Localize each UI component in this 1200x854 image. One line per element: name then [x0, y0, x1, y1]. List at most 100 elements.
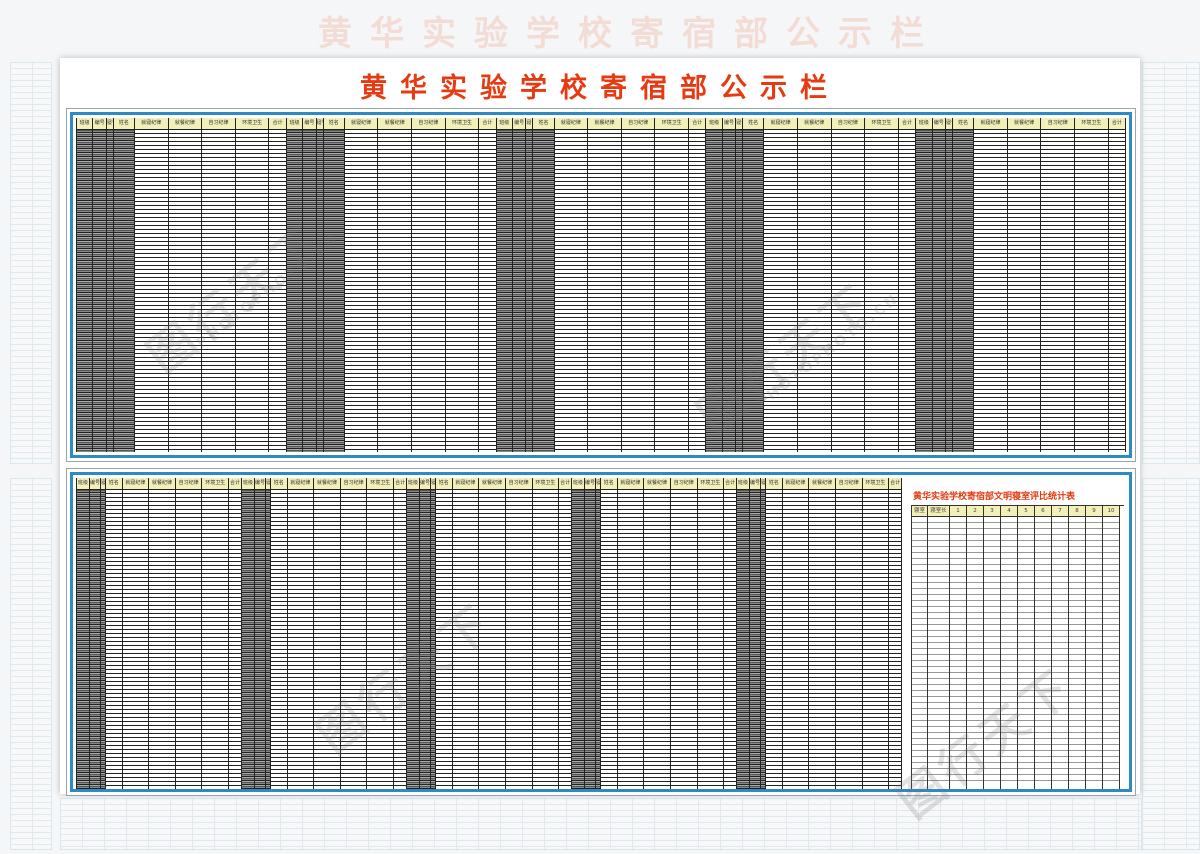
roster-column: 班级: [77, 118, 94, 452]
roster-column-cells: [412, 130, 445, 452]
roster-column-cells: [736, 130, 743, 452]
stats-column-cells: [950, 517, 966, 781]
roster-column: 环境卫生: [865, 118, 899, 452]
roster-column-header: 就餐纪律: [1007, 118, 1041, 130]
roster-column-cells: [89, 490, 100, 789]
roster-column-header: 环境卫生: [862, 478, 889, 490]
roster-column: 合计: [689, 118, 707, 452]
roster-column-cells: [93, 130, 106, 452]
roster-column-header: 编号: [932, 118, 946, 130]
roster-column: 合计: [229, 478, 243, 789]
dorm-stats-table: 寝室 寝室长 1 2 3 4 5 6 7 8 9 10: [911, 505, 1124, 789]
stats-column-header: 5: [1018, 506, 1034, 517]
roster-column: 就寝纪律: [452, 478, 480, 789]
roster-column-header: 寝号: [316, 118, 323, 130]
stats-column: 4: [1001, 506, 1018, 789]
stats-column: 7: [1052, 506, 1069, 789]
roster-column: 环境卫生: [532, 478, 560, 789]
bottom-roster-frame: 班级编号寝号姓名就寝纪律就餐纪律自习纪律环境卫生合计班级编号寝号姓名就寝纪律就餐…: [70, 472, 1132, 792]
roster-column-cells: [835, 490, 862, 789]
roster-column-cells: [314, 490, 340, 789]
stats-column-cells: [928, 517, 949, 781]
roster-column: 班级: [407, 478, 420, 789]
roster-column: 就餐纪律: [809, 478, 836, 789]
roster-column: 环境卫生: [367, 478, 395, 789]
roster-column-cells: [436, 490, 452, 789]
roster-column-header: 就寝纪律: [764, 118, 797, 130]
roster-column-cells: [479, 490, 505, 789]
roster-column-cells: [496, 130, 512, 452]
stats-column: 2: [967, 506, 984, 789]
roster-column: 合计: [559, 478, 573, 789]
background-ghost-sheet-bottom-right: [1142, 478, 1200, 850]
roster-column: 姓名: [436, 478, 453, 789]
stats-cell: [1052, 775, 1068, 781]
roster-column: 自习纪律: [1041, 118, 1076, 452]
stats-column: 5: [1018, 506, 1035, 789]
roster-column-header: 自习纪律: [505, 478, 532, 490]
roster-column-header: 自习纪律: [412, 118, 445, 130]
roster-column-header: 就寝纪律: [554, 118, 588, 130]
roster-column-cells: [479, 130, 496, 452]
roster-column-header: 合计: [559, 478, 572, 490]
roster-column: 姓名: [743, 118, 765, 452]
roster-column-header: 合计: [898, 118, 916, 130]
roster-column-header: 就餐纪律: [809, 478, 835, 490]
roster-column: 自习纪律: [175, 478, 203, 789]
roster-column-cells: [378, 130, 412, 452]
roster-column: 就餐纪律: [378, 118, 413, 452]
stats-column-header: 7: [1052, 506, 1068, 517]
stats-column-cells: [984, 517, 1000, 781]
roster-column-cells: [229, 490, 242, 789]
roster-column-cells: [743, 130, 764, 452]
roster-column-cells: [134, 130, 168, 452]
roster-column-header: 姓名: [271, 478, 287, 490]
roster-column: 自习纪律: [831, 118, 866, 452]
roster-column-cells: [287, 490, 314, 789]
roster-column-cells: [588, 130, 621, 452]
roster-column-cells: [505, 490, 532, 789]
roster-column: 就寝纪律: [122, 478, 150, 789]
roster-column-header: 合计: [269, 118, 286, 130]
roster-column-cells: [572, 490, 584, 789]
roster-column-cells: [898, 130, 916, 452]
roster-column-header: 自习纪律: [831, 118, 865, 130]
stats-column-header: 1: [950, 506, 966, 517]
roster-column: 合计: [269, 118, 287, 452]
roster-column-cells: [689, 130, 706, 452]
roster-column-cells: [798, 130, 831, 452]
roster-column-header: 合计: [1108, 118, 1125, 130]
roster-column-cells: [584, 490, 596, 789]
roster-column-header: 自习纪律: [621, 118, 655, 130]
roster-column-header: 环境卫生: [235, 118, 269, 130]
roster-column-cells: [916, 130, 932, 452]
roster-column-header: 编号: [419, 478, 431, 490]
roster-column-cells: [946, 130, 953, 452]
bottom-roster-grid: 班级编号寝号姓名就寝纪律就餐纪律自习纪律环境卫生合计班级编号寝号姓名就寝纪律就餐…: [76, 478, 902, 789]
bottom-roster-table: 班级编号寝号姓名就寝纪律就餐纪律自习纪律环境卫生合计班级编号寝号姓名就寝纪律就餐…: [76, 478, 902, 789]
roster-column-cells: [737, 490, 749, 789]
roster-column-cells: [1041, 130, 1075, 452]
roster-column-header: 就餐纪律: [798, 118, 831, 130]
roster-column-header: 寝号: [736, 118, 743, 130]
roster-column: 编号: [749, 478, 762, 789]
roster-column-cells: [766, 490, 782, 789]
roster-column-cells: [1108, 130, 1125, 452]
roster-column-header: 环境卫生: [367, 478, 394, 490]
roster-column-header: 环境卫生: [202, 478, 229, 490]
roster-column-header: 就餐纪律: [479, 478, 505, 490]
roster-column: 班级: [706, 118, 723, 452]
roster-column-header: 就餐纪律: [644, 478, 670, 490]
top-roster-grid: 班级编号寝号姓名就寝纪律就餐纪律自习纪律环境卫生合计班级编号寝号姓名就寝纪律就餐…: [76, 118, 1126, 452]
roster-column-header: 自习纪律: [835, 478, 862, 490]
roster-column: 合计: [479, 118, 497, 452]
roster-column-header: 姓名: [323, 118, 344, 130]
roster-column-header: 编号: [749, 478, 761, 490]
roster-column-header: 寝号: [100, 478, 105, 490]
stats-column-cells: [967, 517, 983, 781]
roster-column-cells: [670, 490, 697, 789]
roster-column: 环境卫生: [862, 478, 890, 789]
stats-column-header: 2: [967, 506, 983, 517]
roster-column: 合计: [898, 118, 917, 452]
stats-column: 寝室: [912, 506, 928, 789]
